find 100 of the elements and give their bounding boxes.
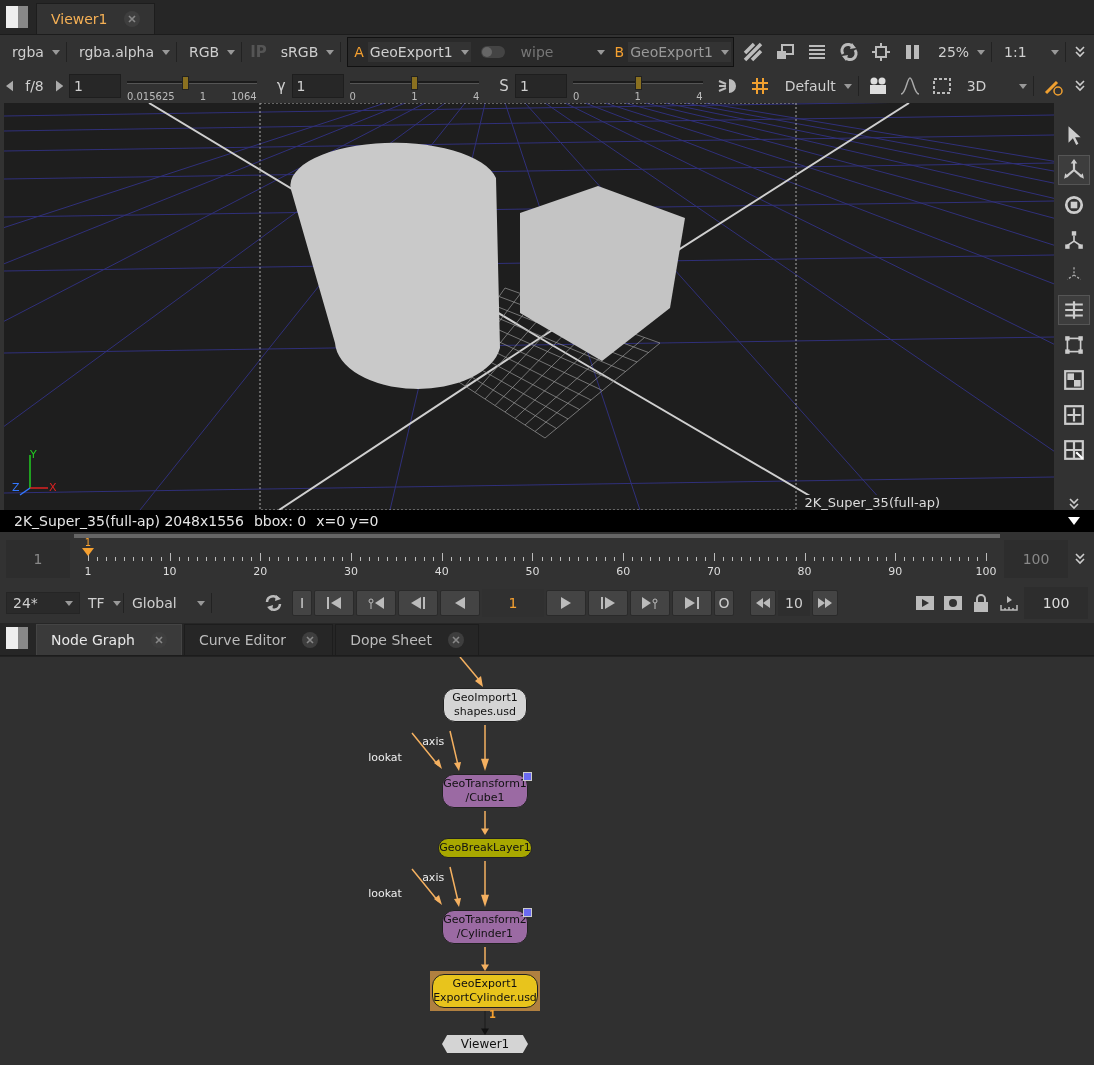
refresh-icon[interactable] [838, 42, 859, 62]
slider-handle[interactable] [411, 76, 419, 90]
close-icon[interactable] [447, 632, 464, 648]
panel-tab[interactable]: Node Graph [36, 624, 182, 655]
lock-icon[interactable] [971, 593, 991, 613]
bbox-info: bbox: 0 [253, 513, 307, 529]
previous-stop-icon[interactable] [6, 80, 14, 92]
value-slider-track[interactable]: 0 1 4 [572, 72, 703, 100]
frame-number: 100 [975, 565, 997, 578]
panel-tab[interactable]: Dope Sheet [335, 624, 479, 655]
output-arrow [480, 1011, 490, 1035]
previous-frame-button[interactable] [398, 590, 438, 616]
view-mode-dropdown[interactable]: 3D [960, 76, 1034, 96]
curve-icon[interactable] [899, 76, 920, 96]
next-keyframe-button[interactable] [630, 590, 670, 616]
end-frame-field[interactable]: 100 [1024, 587, 1088, 619]
record-icon[interactable] [943, 593, 963, 613]
slider-tick-label: 0.015625 [126, 91, 175, 102]
key-back-icon [366, 596, 386, 610]
next-frame-button[interactable] [588, 590, 628, 616]
graph-node[interactable]: GeoTransform1 /Cube1 [442, 774, 528, 808]
viewer-tab[interactable]: Viewer1 [36, 3, 155, 34]
last-frame-button[interactable] [672, 590, 712, 616]
wipe-toggle[interactable] [480, 46, 505, 58]
loop-icon[interactable] [264, 593, 284, 613]
crosshair-icon[interactable] [870, 42, 891, 62]
range-scope-dropdown[interactable]: Global [126, 593, 212, 613]
value-field[interactable]: 1 [514, 74, 567, 98]
graph-node[interactable]: GeoImport1 shapes.usd [443, 688, 527, 722]
ruler-icon[interactable] [999, 593, 1019, 613]
frame-number: 90 [888, 565, 903, 578]
layers-tool-icon[interactable] [1058, 295, 1090, 325]
proxy-dropdown[interactable]: 1:1 [998, 42, 1066, 62]
graph-node[interactable]: GeoTransform2 /Cylinder1 [442, 910, 528, 944]
frame-number: 50 [525, 565, 540, 578]
in-point-button[interactable]: I [292, 590, 312, 616]
panel-menu-icon[interactable] [6, 627, 28, 649]
first-frame-button[interactable] [314, 590, 354, 616]
play-button[interactable] [546, 590, 586, 616]
panel-menu-icon[interactable] [6, 6, 28, 28]
stripes-icon[interactable] [742, 42, 763, 62]
viewer-node[interactable]: Viewer1 [442, 1035, 528, 1053]
step-back-button[interactable] [750, 590, 776, 616]
next-stop-icon[interactable] [55, 80, 63, 92]
lamp-icon[interactable] [717, 76, 738, 96]
overlap-windows-icon[interactable] [774, 42, 795, 62]
input-b-dropdown[interactable]: GeoExport1 [628, 42, 731, 62]
3d-viewport[interactable]: Y Z X 2K_Super_35(full-ap) [4, 103, 1054, 510]
double-chevron-icon[interactable] [1074, 80, 1086, 92]
end-frame-field[interactable]: 100 [1004, 540, 1068, 578]
grid-icon[interactable] [749, 76, 770, 96]
close-icon[interactable] [302, 632, 319, 648]
graph-node[interactable]: GeoExport1 ExportCylinder.usd [432, 974, 538, 1008]
graph-node[interactable]: GeoBreakLayer1 [438, 838, 532, 858]
input-a-label: A [354, 44, 364, 60]
double-chevron-icon[interactable] [1068, 498, 1080, 510]
value-slider-track[interactable]: 0 1 4 [349, 72, 480, 100]
timeline-ruler[interactable]: 1 10 20 30 40 50 60 70 80 90 100 1 [74, 532, 1000, 586]
play-backward-button[interactable] [440, 590, 480, 616]
translate-tool-icon[interactable] [1058, 155, 1090, 185]
panel-tab[interactable]: Curve Editor [183, 624, 334, 655]
input-a-dropdown[interactable]: GeoExport1 [367, 42, 471, 62]
value-field[interactable]: 1 [68, 74, 121, 98]
skip-end-icon [682, 596, 702, 610]
slider-tick-label: 1 [199, 91, 207, 102]
alpha-channel-dropdown[interactable]: rgba.alpha [72, 42, 177, 62]
display-channels-dropdown[interactable]: RGB [183, 42, 243, 62]
fstop-label: f/8 [25, 78, 44, 94]
channels-dropdown[interactable]: rgba [6, 42, 67, 62]
input-number: 1 [489, 1009, 496, 1020]
region-select-icon[interactable] [931, 76, 952, 96]
time-format-dropdown[interactable]: TF [82, 593, 124, 613]
value-slider-track[interactable]: 0.015625 1 1064 [126, 72, 257, 100]
play-flipbook-icon[interactable] [915, 593, 935, 613]
frame-number: 30 [344, 565, 359, 578]
close-icon[interactable] [123, 11, 140, 27]
slider-tick-label: 4 [473, 91, 480, 102]
previous-keyframe-button[interactable] [356, 590, 396, 616]
out-point-button[interactable]: O [714, 590, 734, 616]
colorspace-dropdown[interactable]: sRGB [274, 42, 342, 62]
connection-arrow [480, 725, 490, 771]
slider-handle[interactable] [634, 76, 642, 90]
frame-number: 80 [797, 565, 812, 578]
lut-dropdown[interactable]: Default [778, 76, 859, 96]
lines-icon[interactable] [806, 42, 827, 62]
dropdown-triangle-icon[interactable] [1068, 517, 1080, 525]
fps-dropdown[interactable]: 24* [6, 592, 80, 614]
zoom-dropdown[interactable]: 25% [931, 42, 993, 62]
axis-label: Y [30, 448, 37, 461]
slider-label: S [499, 77, 509, 95]
step-forward-button[interactable] [812, 590, 838, 616]
value-field[interactable]: 1 [291, 74, 344, 98]
double-chevron-icon[interactable] [1074, 46, 1086, 58]
slider-handle[interactable] [182, 76, 190, 90]
start-frame-field[interactable]: 1 [6, 540, 70, 578]
camera-icon[interactable] [867, 76, 888, 96]
frame-number: 10 [162, 565, 177, 578]
double-chevron-icon[interactable] [1074, 553, 1086, 565]
connection-arrow [480, 947, 490, 971]
frame-increment-field[interactable]: 10 [778, 590, 810, 616]
